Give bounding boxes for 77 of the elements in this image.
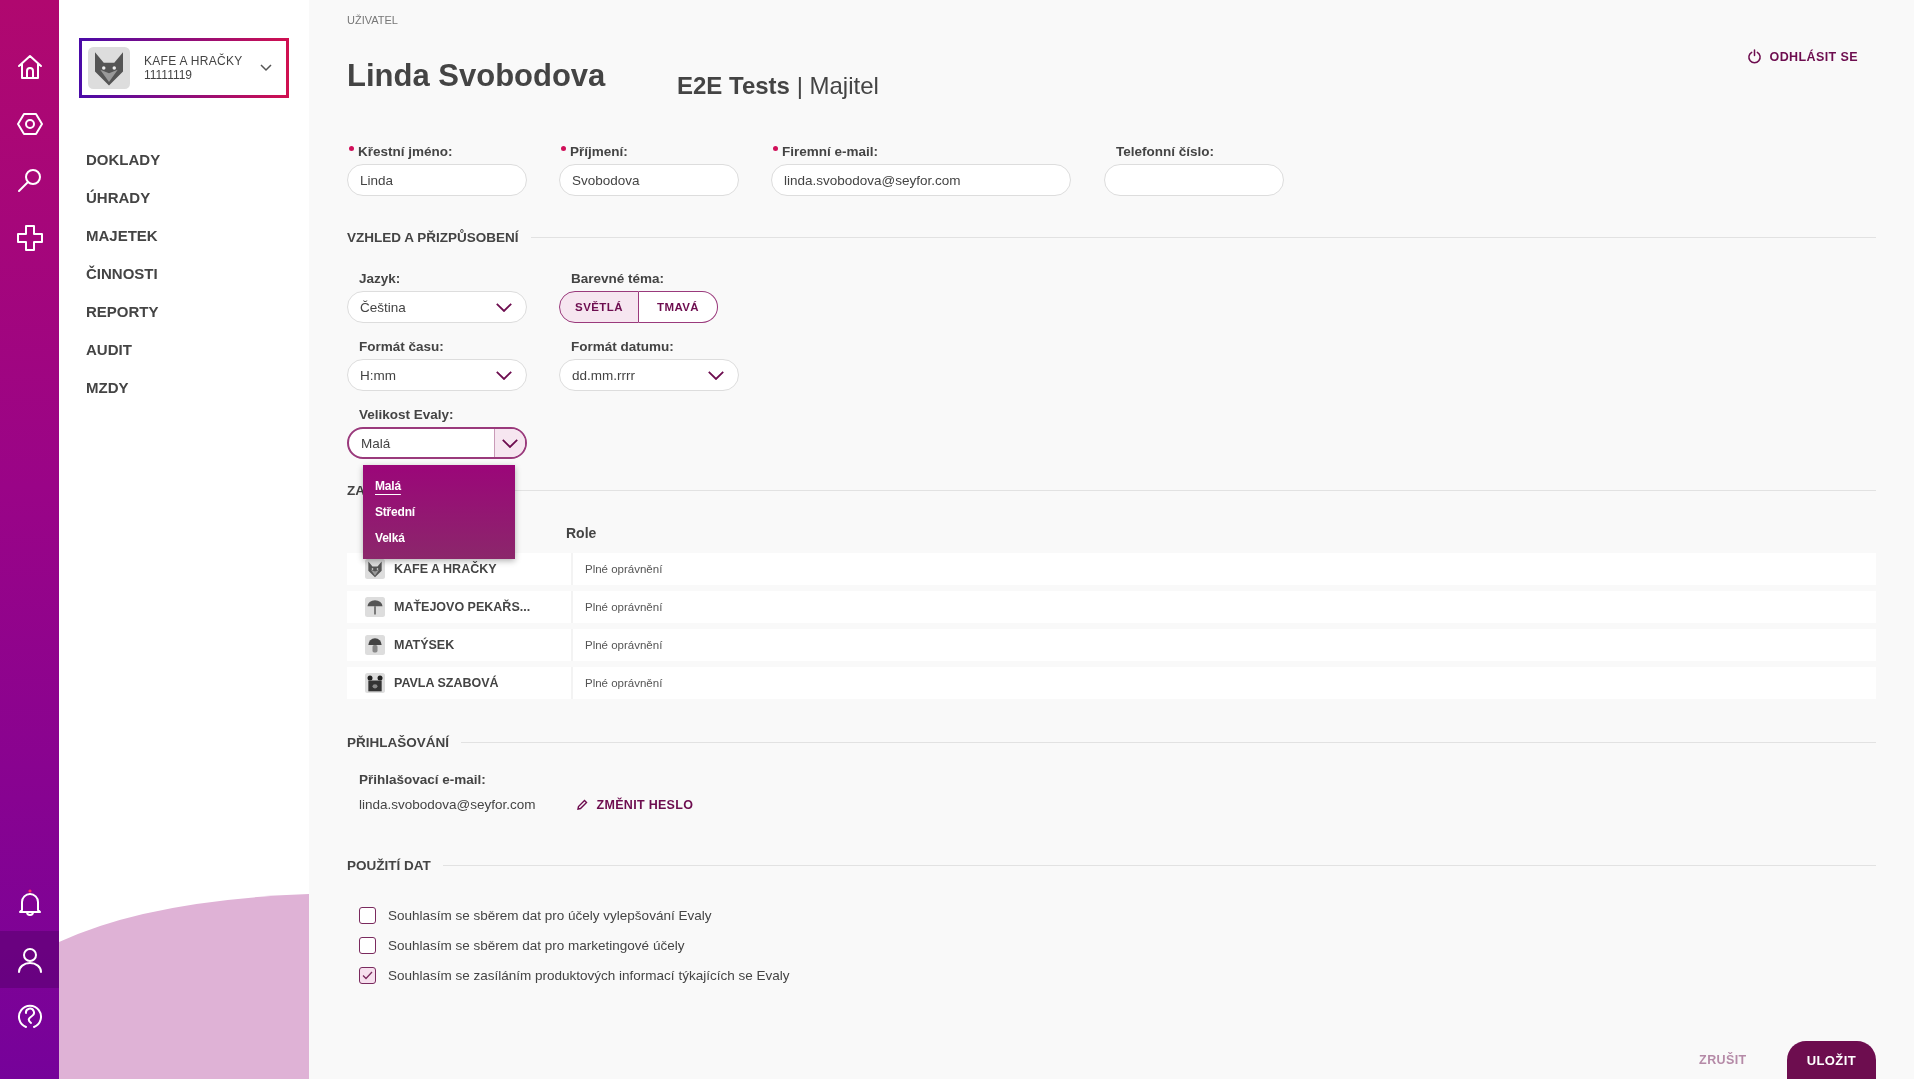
required-dot [349,146,354,151]
field-label: Příjmení: [559,144,739,159]
section-title: ZA [347,483,365,498]
mushroom-avatar [365,635,385,655]
role-cell-text: Plné oprávnění [584,562,663,577]
account-name: KAFE A HRAČKY [144,54,244,68]
dropdown-option[interactable]: Velká [363,525,515,551]
consent-label: Souhlasím se zasíláním produktových informací týkajících se Evaly [388,968,790,983]
theme-option[interactable]: SVĚTLÁ [559,291,639,323]
text-field[interactable]: Svobodova [559,164,739,196]
checkbox[interactable] [359,937,376,954]
power-icon [1746,49,1762,64]
checkbox[interactable] [359,967,376,984]
umbrella-avatar [365,597,385,617]
save-button[interactable]: ULOŽIT [1786,1041,1876,1079]
fox-avatar [365,559,385,579]
account-switcher[interactable]: KAFE A HRAČKY 11111119 [79,38,289,98]
field-label: Velikost Evaly: [358,407,455,422]
fox-avatar [88,47,130,89]
section-title: PŘIHLAŠOVÁNÍ [347,735,449,750]
login-email: linda.svobodova@seyfor.com [359,797,536,812]
chevron-down-icon [260,64,272,72]
nav-item[interactable]: ÚHRADY [86,189,309,206]
nav-item[interactable]: DOKLADY [86,151,309,168]
text-field[interactable]: linda.svobodova@seyfor.com [771,164,1071,196]
nav-item[interactable]: MAJETEK [86,227,309,244]
pencil-icon [575,798,588,811]
company-name: KAFE A HRAČKY [394,562,497,576]
role-cell-text: Plné oprávnění [584,676,663,691]
select-field[interactable]: Malá [347,427,527,459]
field-label: Firemní e-mail: [771,144,1071,159]
consent-label: Souhlasím se sběrem dat pro marketingové účely [388,938,685,953]
breadcrumb: UŽIVATEL [347,14,399,26]
chevron-down-icon [495,369,513,381]
check-icon [362,971,373,980]
select-field[interactable]: dd.mm.rrrr [559,359,739,391]
nav-item[interactable]: ČINNOSTI [86,265,309,282]
role-cell-text: Plné oprávnění [584,600,663,615]
field-label: Křestní jméno: [347,144,527,159]
select-field[interactable]: Čeština [347,291,527,323]
chevron-down-icon [495,301,513,313]
field-label: Jazyk: [358,271,402,286]
field-label: Formát datumu: [570,339,675,354]
theme-option[interactable]: TMAVÁ [639,291,718,323]
field-label: Barevné téma: [570,271,666,286]
required-dot [561,146,566,151]
field-label: Telefonní číslo: [1115,144,1215,159]
plus-icon [14,222,45,253]
section-title: POUŽITÍ DAT [347,858,431,873]
text-field[interactable] [1104,164,1284,196]
section-title: VZHLED A PŘIZPŮSOBENÍ [347,230,519,245]
rail-button[interactable] [0,931,59,988]
dropdown-option[interactable]: Malá [363,473,515,499]
chevron-down-icon [707,369,725,381]
nav-item[interactable]: REPORTY [86,303,309,320]
field-label: Přihlašovací e-mail: [359,772,487,787]
nav-item[interactable]: MZDY [86,379,309,396]
role-cell-text: Plné oprávnění [584,638,663,653]
field-label: Formát času: [358,339,445,354]
company-name: PAVLA SZABOVÁ [394,676,499,690]
text-field[interactable]: Linda [347,164,527,196]
company-name: MATÝSEK [394,638,455,652]
select-field[interactable]: H:mm [347,359,527,391]
column-header: Role [566,525,597,541]
change-password-button[interactable]: ZMĚNIT HESLO [575,797,694,812]
consent-label: Souhlasím se sběrem dat pro účely vylepšování Evaly [388,908,712,923]
chevron-down-icon [501,437,519,449]
account-id: 11111119 [144,68,194,82]
user-name: Linda Svobodova [347,58,607,94]
bear-avatar [365,673,385,693]
company-name: MAŤEJOVO PEKAŘS... [394,600,531,614]
required-dot [773,146,778,151]
logout-button[interactable]: ODHLÁSIT SE [1740,48,1864,65]
checkbox[interactable] [359,907,376,924]
nav-item[interactable]: AUDIT [86,341,309,358]
organization-role: E2E Tests | Majitel [677,72,879,100]
dropdown-option[interactable]: Střední [363,499,515,525]
